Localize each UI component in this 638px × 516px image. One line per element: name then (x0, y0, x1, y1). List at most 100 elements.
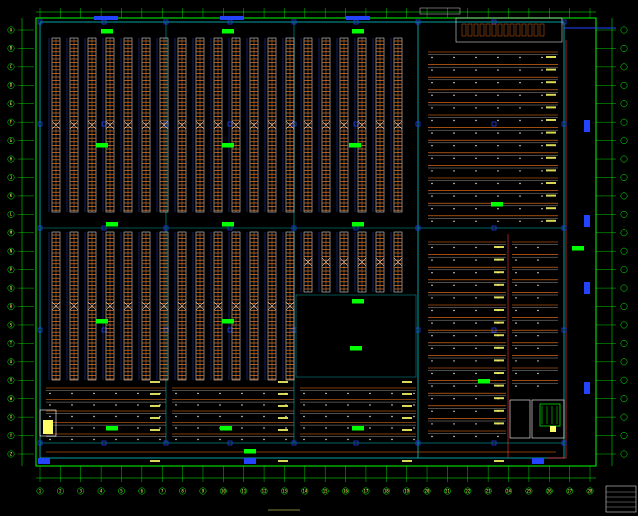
east-shelf-lower-sprinkler (453, 259, 455, 261)
east-shelf-upper-sprinkler (497, 182, 499, 185)
east-shelf-upper-sprinkler (497, 220, 499, 222)
shelf-label-mark (494, 321, 504, 324)
east-shelf-upper-sprinkler (541, 208, 543, 210)
east-shelf-lower-sprinkler (431, 372, 433, 375)
shelf-label-mark (494, 422, 504, 425)
east-shelf-side-sprinkler (515, 259, 517, 261)
south-shelf-a-sprinkler (137, 404, 139, 406)
shelf-label-mark (150, 417, 160, 419)
east-shelf-lower-sprinkler (431, 284, 433, 286)
grid-label-x: 23 (486, 489, 491, 494)
warehouse-floor-plan: 1 2 3 4 5 6 7 8 9 10 11 12 13 14 15 16 17 18 19 20 21 22 23 24 2… (0, 0, 638, 516)
south-shelf-c-sprinkler (347, 392, 349, 395)
south-shelf-a-sprinkler (159, 427, 161, 429)
south-shelf-b-sprinkler (263, 404, 265, 406)
equipment-tag (244, 449, 256, 454)
valve-block (550, 426, 556, 432)
grid-label-x: 21 (445, 489, 450, 494)
east-shelf-upper-sprinkler (453, 145, 455, 147)
shelf-label-mark (494, 283, 504, 286)
grid-label-x: 17 (364, 489, 369, 494)
east-shelf-upper-sprinkler (475, 132, 477, 134)
dock-door-top (220, 16, 244, 20)
south-shelf-b-sprinkler (197, 404, 199, 406)
grid-label-x: 19 (404, 489, 409, 494)
south-shelf-c-sprinkler (369, 415, 371, 418)
south-shelf-c-sprinkler (391, 427, 393, 429)
east-shelf-upper-sprinkler (431, 132, 433, 134)
east-shelf-side-sprinkler (537, 284, 539, 286)
south-shelf-b-sprinkler (263, 415, 265, 418)
east-shelf-lower-sprinkler (475, 360, 477, 362)
east-shelf-lower-sprinkler (475, 423, 477, 425)
east-shelf-upper-sprinkler (475, 157, 477, 159)
east-shelf-upper-sprinkler (497, 119, 499, 122)
east-shelf-lower-sprinkler (453, 423, 455, 425)
equipment-tag (101, 29, 113, 34)
dock-door-bottom (532, 458, 544, 464)
east-shelf-side-sprinkler (515, 322, 517, 324)
east-shelf-upper-sprinkler (497, 56, 499, 59)
east-shelf-upper-sprinkler (541, 132, 543, 134)
east-shelf-upper-sprinkler (431, 170, 433, 172)
east-shelf-side-sprinkler (515, 360, 517, 362)
south-shelf-b-sprinkler (241, 404, 243, 406)
south-shelf-c-sprinkler (369, 392, 371, 395)
shelf-label-mark (546, 81, 556, 84)
shelf-label-mark (494, 346, 504, 349)
south-shelf-b-sprinkler (241, 438, 243, 441)
south-shelf-b-sprinkler (263, 392, 265, 395)
south-shelf-c-sprinkler (391, 438, 393, 441)
east-shelf-side-sprinkler (515, 385, 517, 387)
shelf-label-mark (494, 409, 504, 412)
east-shelf-upper-sprinkler (453, 157, 455, 159)
south-shelf-c-sprinkler (347, 404, 349, 406)
shelf-label-mark (546, 219, 556, 222)
south-shelf-b-sprinkler (263, 438, 265, 441)
shelf-label-mark (494, 334, 504, 337)
east-shelf-upper-sprinkler (519, 145, 521, 147)
shelf-label-mark (494, 372, 504, 374)
south-shelf-b-sprinkler (241, 427, 243, 429)
east-shelf-lower-sprinkler (453, 360, 455, 362)
east-shelf-upper-sprinkler (453, 170, 455, 172)
south-shelf-c-sprinkler (303, 415, 305, 418)
east-shelf-upper-sprinkler (453, 107, 455, 109)
east-shelf-lower-sprinkler (431, 385, 433, 387)
east-shelf-side-sprinkler (537, 385, 539, 387)
shelf-label-mark (546, 156, 556, 159)
east-shelf-upper-sprinkler (431, 195, 433, 197)
shelf-label-mark (546, 194, 556, 197)
east-shelf-upper-sprinkler (541, 220, 543, 222)
shelf-label-mark (150, 429, 160, 431)
east-shelf-lower-sprinkler (453, 410, 455, 412)
shelf-label-mark (150, 393, 160, 395)
south-shelf-a-sprinkler (137, 427, 139, 429)
east-shelf-upper-sprinkler (475, 170, 477, 172)
shelf-label-mark (494, 258, 504, 261)
east-shelf-upper-sprinkler (541, 170, 543, 172)
east-shelf-side-sprinkler (515, 272, 517, 274)
east-shelf-lower-sprinkler (431, 360, 433, 362)
east-shelf-lower-sprinkler (453, 385, 455, 387)
east-shelf-side-sprinkler (515, 309, 517, 312)
east-shelf-upper-sprinkler (541, 195, 543, 197)
east-shelf-upper-sprinkler (431, 82, 433, 84)
dock-door-top (346, 16, 370, 20)
east-shelf-upper-sprinkler (519, 132, 521, 134)
shelf-label-mark (546, 119, 556, 121)
east-shelf-upper-sprinkler (497, 170, 499, 172)
east-shelf-lower-sprinkler (475, 272, 477, 274)
east-shelf-lower-sprinkler (431, 398, 433, 400)
east-shelf-upper-sprinkler (453, 182, 455, 185)
south-shelf-c-sprinkler (303, 404, 305, 406)
east-shelf-side-sprinkler (537, 259, 539, 261)
east-shelf-upper-sprinkler (431, 220, 433, 222)
shelf-label-mark (278, 381, 288, 383)
east-shelf-upper-sprinkler (475, 208, 477, 210)
shelf-label-mark (278, 460, 288, 462)
east-shelf-upper-sprinkler (519, 69, 521, 71)
grid-label-x: 18 (384, 489, 389, 494)
shelf-label-mark (546, 131, 556, 134)
east-shelf-upper-sprinkler (541, 82, 543, 84)
